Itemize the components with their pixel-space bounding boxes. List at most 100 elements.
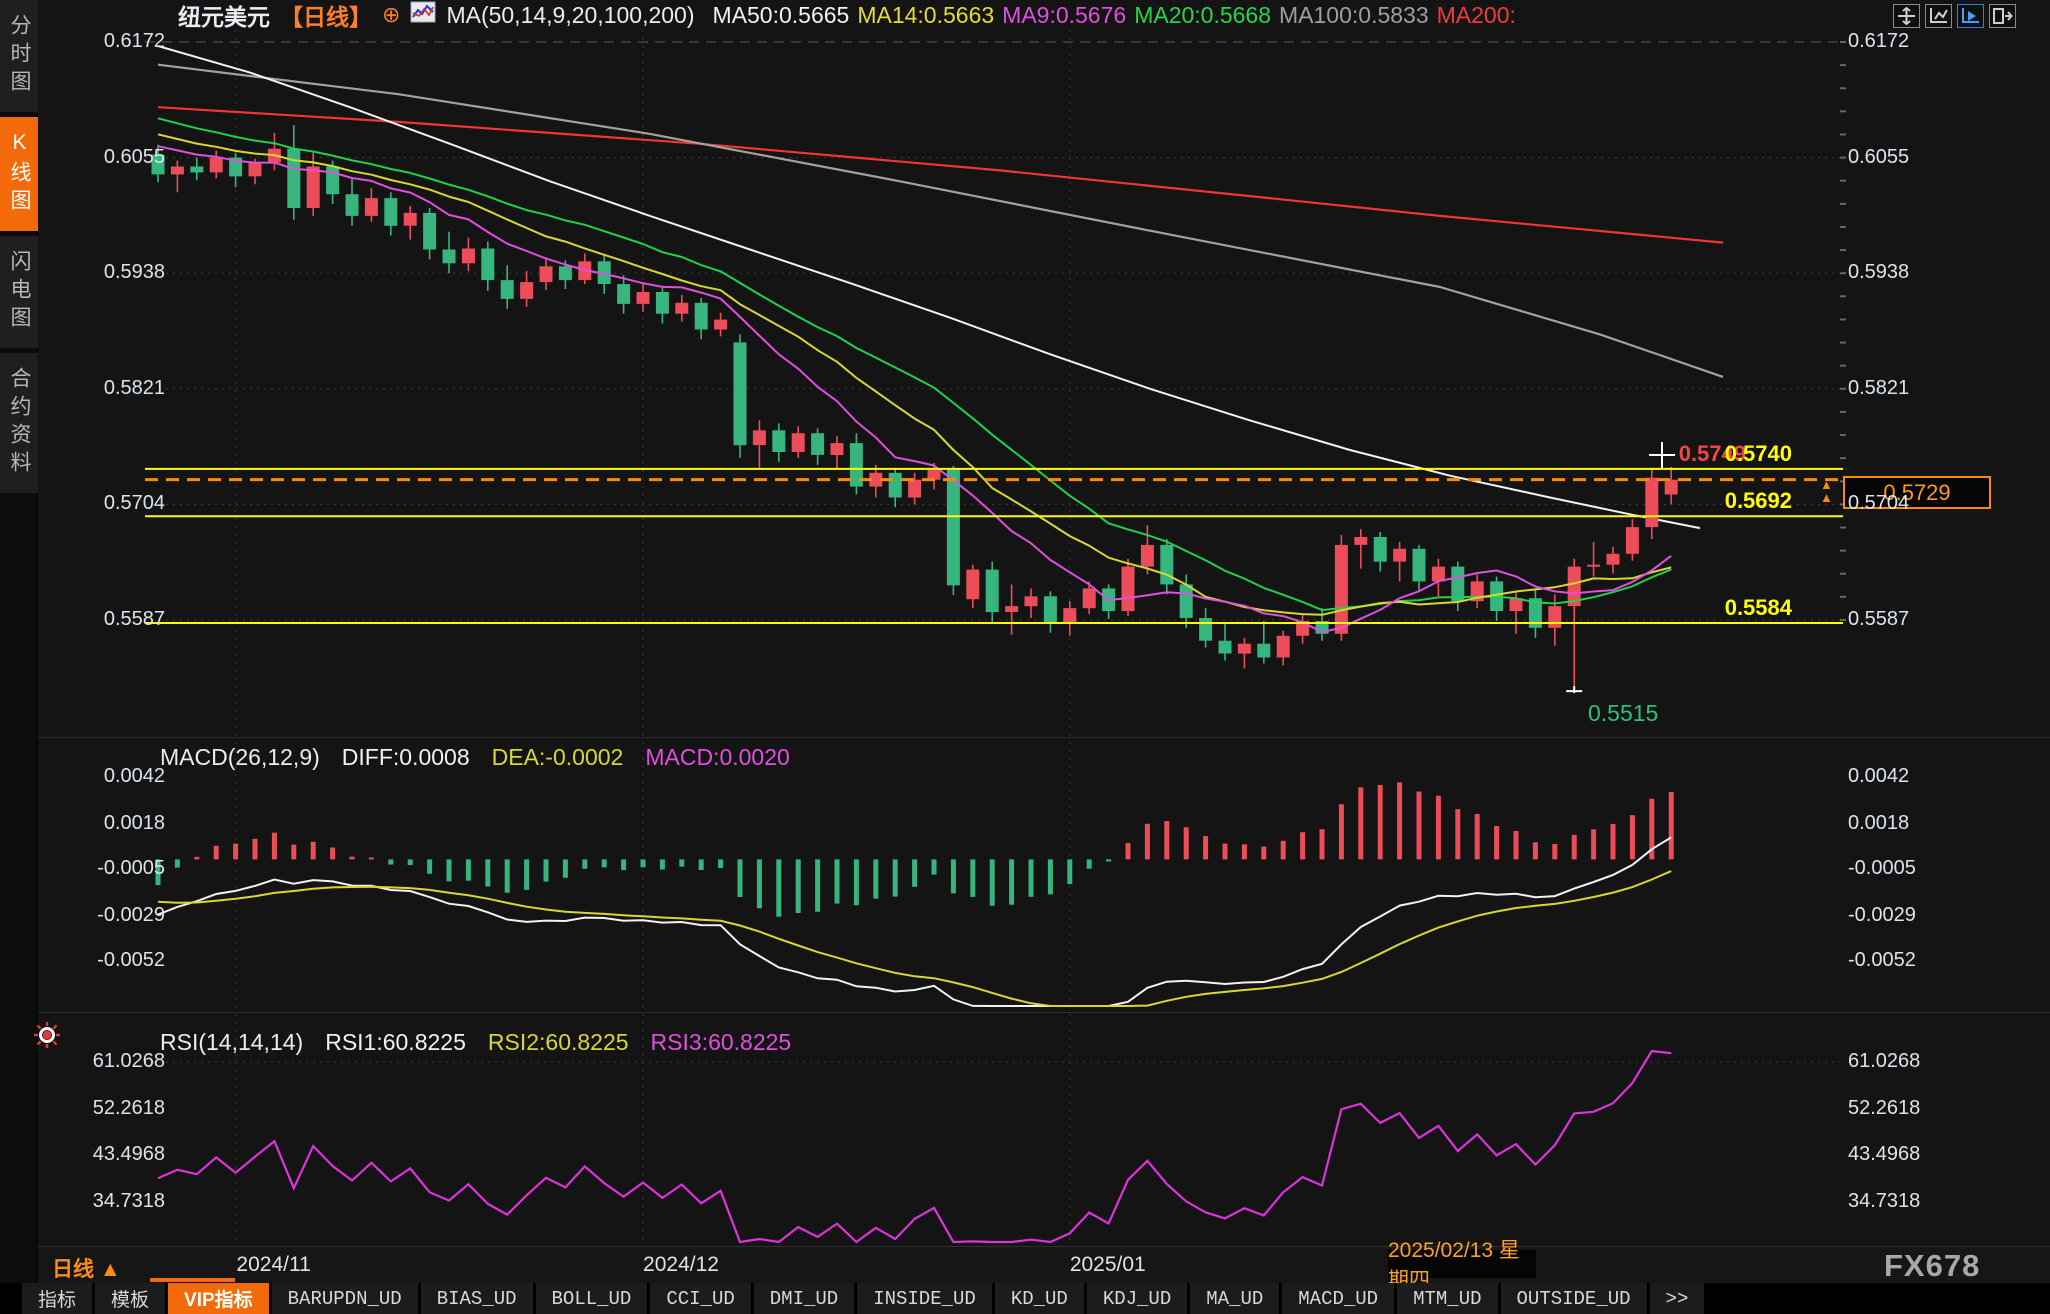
macd-axis-label-left: -0.0029	[40, 904, 165, 927]
chart-toolbar-icons	[1893, 4, 2016, 28]
trading-app-window: { "header": { "symbol": "纽元美元", "period_…	[0, 0, 2050, 1314]
macd-hist-value: MACD:0.0020	[645, 744, 789, 771]
rsi-axis-label-left: 61.0268	[40, 1050, 165, 1073]
macd-axis-label-right: -0.0052	[1848, 949, 1968, 972]
month-label: 2024/11	[204, 1253, 344, 1277]
add-indicator-icon[interactable]: ⊕	[382, 2, 400, 28]
level-label: 0.5584	[1692, 595, 1792, 621]
shift-chart-icon[interactable]	[1989, 4, 2016, 28]
tab-vip[interactable]: VIP指标	[168, 1283, 269, 1314]
tab-kd_ud[interactable]: KD_UD	[995, 1283, 1084, 1314]
rsi-axis-label-left: 52.2618	[40, 1097, 165, 1120]
tab-barupdn_ud[interactable]: BARUPDN_UD	[272, 1283, 418, 1314]
price-axis-label-right: 0.5821	[1848, 377, 1968, 400]
ma-legend: MA50:0.5665 MA14:0.5663 MA9:0.5676 MA20:0.5…	[705, 2, 1516, 29]
price-up-arrows-icon: ▲▲	[1820, 478, 1833, 504]
panel-divider	[38, 1012, 2050, 1013]
tab-bias_ud[interactable]: BIAS_UD	[421, 1283, 533, 1314]
price-axis-label-left: 0.5821	[40, 377, 165, 400]
ma-legend-item-1: MA14:0.5663	[857, 2, 994, 29]
macd-title: MACD(26,12,9)	[160, 744, 320, 771]
rsi-axis-label-right: 34.7318	[1848, 1190, 1968, 1213]
month-label: 2024/12	[611, 1253, 751, 1277]
tab-boll_ud[interactable]: BOLL_UD	[536, 1283, 648, 1314]
time-axis: 日线 ▲ 2025/02/13 星期四 2024/11 2024/12 2025/0…	[38, 1246, 2050, 1282]
chart-canvas[interactable]	[0, 0, 2050, 1246]
level-label: 0.5740	[1692, 441, 1792, 467]
tab-inside_ud[interactable]: INSIDE_UD	[857, 1283, 992, 1314]
sidebar-item-1[interactable]: K线图	[0, 117, 38, 231]
tab-macd_ud[interactable]: MACD_UD	[1282, 1283, 1394, 1314]
price-axis-label-left: 0.5587	[40, 608, 165, 631]
sidebar-item-2[interactable]: 闪电图	[0, 236, 38, 348]
rsi-line	[158, 1051, 1671, 1242]
low-price-marker: 0.5515	[1588, 700, 1658, 727]
tab-cci_ud[interactable]: CCI_UD	[650, 1283, 750, 1314]
ma-legend-item-2: MA9:0.5676	[1002, 2, 1126, 29]
ma-params: MA(50,14,9,20,100,200)	[446, 2, 694, 29]
price-axis-label-right: 0.6055	[1848, 146, 1968, 169]
chart-type-sidebar: 分时图 K线图闪电图合约资料	[0, 0, 38, 1314]
month-label: 2025/01	[1038, 1253, 1178, 1277]
rsi-axis-label-right: 52.2618	[1848, 1097, 1968, 1120]
rsi-header: RSI(14,14,14) RSI1:60.8225 RSI2:60.8225 …	[160, 1029, 791, 1056]
tab-[interactable]: >>	[1650, 1283, 1705, 1314]
macd-axis-label-right: 0.0042	[1848, 765, 1968, 788]
rsi-axis-label-right: 61.0268	[1848, 1050, 1968, 1073]
tab-[interactable]: 指标	[22, 1283, 92, 1314]
tab-outside_ud[interactable]: OUTSIDE_UD	[1501, 1283, 1647, 1314]
rsi-title: RSI(14,14,14)	[160, 1029, 303, 1056]
macd-axis-label-left: 0.0042	[40, 765, 165, 788]
rsi2-value: RSI2:60.8225	[488, 1029, 629, 1056]
macd-dea-line	[158, 871, 1671, 1006]
price-axis-label-right: 0.6172	[1848, 30, 1968, 53]
level-label: 0.5692	[1692, 488, 1792, 514]
mini-chart-icon	[410, 1, 436, 29]
sidebar-item-3[interactable]: 合约资料	[0, 353, 38, 493]
rsi3-value: RSI3:60.8225	[651, 1029, 792, 1056]
ma-legend-item-5: MA200:	[1437, 2, 1516, 29]
ma-legend-item-0: MA50:0.5665	[713, 2, 850, 29]
macd-axis-label-right: -0.0029	[1848, 904, 1968, 927]
chart-header: 纽元美元 【日线】 ⊕ MA(50,14,9,20,100,200) MA50:…	[178, 2, 1516, 28]
macd-header: MACD(26,12,9) DIFF:0.0008 DEA:-0.0002 MA…	[160, 744, 790, 771]
macd-dea-value: DEA:-0.0002	[492, 744, 624, 771]
sidebar-item-0[interactable]: 分时图	[0, 0, 38, 112]
last-date-label: 2025/02/13 星期四	[1388, 1250, 1536, 1278]
tab-mtm_ud[interactable]: MTM_UD	[1397, 1283, 1497, 1314]
macd-axis-label-left: -0.0052	[40, 949, 165, 972]
macd-axis-label-right: 0.0018	[1848, 812, 1968, 835]
rsi-axis-label-right: 43.4968	[1848, 1143, 1968, 1166]
ma-legend-item-4: MA100:0.5833	[1279, 2, 1429, 29]
move-tool-icon[interactable]	[1893, 4, 1920, 28]
macd-diff-value: DIFF:0.0008	[342, 744, 470, 771]
price-axis-label-left: 0.6172	[40, 30, 165, 53]
price-axis-label-right: 0.5938	[1848, 261, 1968, 284]
price-axis-label-right: 0.5587	[1848, 608, 1968, 631]
tab-ma_ud[interactable]: MA_UD	[1190, 1283, 1279, 1314]
indicator-tab-bar: 指标模板VIP指标BARUPDN_UDBIAS_UDBOLL_UDCCI_UDD…	[0, 1283, 2050, 1314]
rsi-axis-label-left: 43.4968	[40, 1143, 165, 1166]
tab-[interactable]: 模板	[95, 1283, 165, 1314]
period-tag: 【日线】	[280, 0, 372, 32]
price-axis-label-left: 0.5704	[40, 492, 165, 515]
ma20-line	[158, 118, 1671, 610]
ma-legend-item-3: MA20:0.5668	[1134, 2, 1271, 29]
ma50-line	[158, 46, 1700, 528]
watermark: FX678	[1884, 1248, 1980, 1284]
price-axis-label-left: 0.6055	[40, 146, 165, 169]
symbol-name: 纽元美元	[178, 0, 270, 32]
rsi1-value: RSI1:60.8225	[325, 1029, 466, 1056]
price-axis-label-left: 0.5938	[40, 261, 165, 284]
axis-scale-icon[interactable]	[1925, 4, 1952, 28]
period-selector[interactable]: 日线 ▲	[52, 1253, 121, 1283]
macd-axis-label-left: 0.0018	[40, 812, 165, 835]
scroll-indicator[interactable]	[150, 1278, 235, 1282]
auto-scroll-icon[interactable]	[1957, 4, 1984, 28]
macd-axis-label-right: -0.0005	[1848, 857, 1968, 880]
macd-axis-label-left: -0.0005	[40, 857, 165, 880]
tab-kdj_ud[interactable]: KDJ_UD	[1087, 1283, 1187, 1314]
tab-dmi_ud[interactable]: DMI_UD	[754, 1283, 854, 1314]
price-axis-label-right: 0.5704	[1848, 492, 1968, 515]
rsi-axis-label-left: 34.7318	[40, 1190, 165, 1213]
